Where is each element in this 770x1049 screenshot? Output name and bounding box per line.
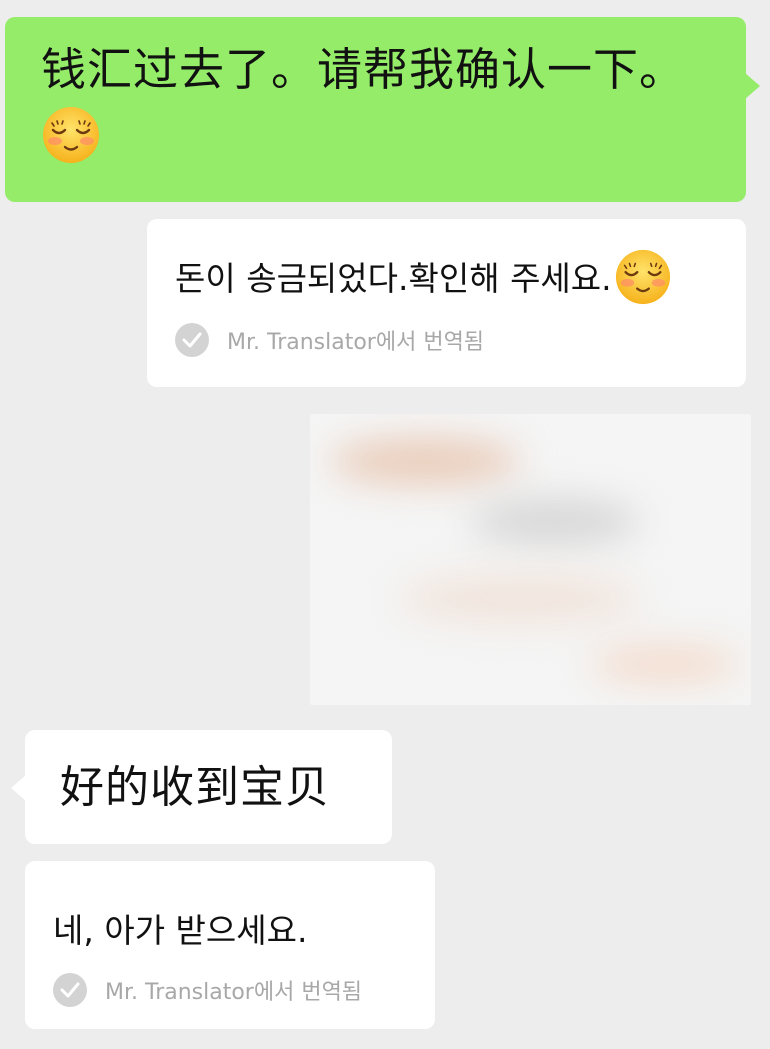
translated-by-row: Mr. Translator에서 번역됨 <box>175 323 722 357</box>
smiling-blushing-face-icon <box>41 105 101 165</box>
outgoing-message-text: 钱汇过去了。请帮我确认一下。 <box>41 43 686 96</box>
outgoing-translation-text-row: 돈이 송금되었다.확인해 주세요. <box>175 249 722 309</box>
check-circle-icon <box>53 973 87 1007</box>
translated-by-row: Mr. Translator에서 번역됨 <box>53 973 411 1007</box>
image-blur-region <box>470 499 640 544</box>
outgoing-translation-card[interactable]: 돈이 송금되었다.확인해 주세요. Mr. Translator에서 번역됨 <box>147 219 746 387</box>
incoming-translation-card[interactable]: 네, 아가 받으세요. Mr. Translator에서 번역됨 <box>25 861 435 1029</box>
outgoing-translation-text: 돈이 송금되었다.확인해 주세요. <box>175 259 612 298</box>
translated-by-label: Mr. Translator에서 번역됨 <box>227 330 485 355</box>
image-message[interactable] <box>310 414 751 705</box>
outgoing-message-bubble[interactable]: 钱汇过去了。请帮我确认一下。 <box>5 17 760 202</box>
incoming-message-bubble[interactable]: 好的收到宝贝 <box>11 730 392 844</box>
translated-by-label: Mr. Translator에서 번역됨 <box>105 980 363 1005</box>
incoming-translation-text: 네, 아가 받으세요. <box>53 911 308 950</box>
image-blur-region <box>590 644 740 684</box>
incoming-message-text: 好的收到宝贝 <box>60 762 330 813</box>
outgoing-message-text-wrap: 钱汇过去了。请帮我确认一下。 <box>41 39 716 165</box>
image-blur-region <box>400 574 640 624</box>
smiling-blushing-face-icon <box>614 248 672 306</box>
image-blur-region <box>330 439 520 484</box>
check-circle-icon <box>175 323 209 357</box>
